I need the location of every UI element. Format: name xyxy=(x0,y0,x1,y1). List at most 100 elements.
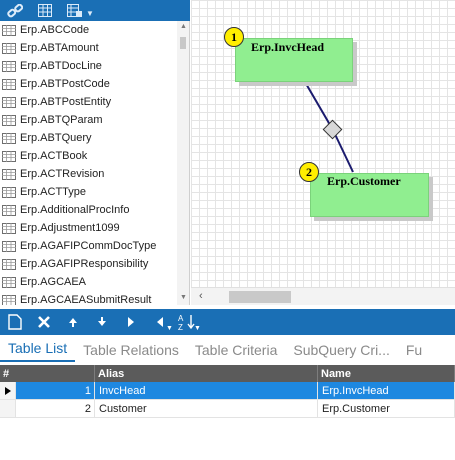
table-options-icon[interactable] xyxy=(66,3,84,19)
chevron-down-icon[interactable]: ▼ xyxy=(194,325,201,332)
scroll-down-icon[interactable]: ▼ xyxy=(180,294,187,301)
list-item-label: Erp.ABTQuery xyxy=(20,132,92,144)
table-icon xyxy=(2,258,16,270)
table-node-customer[interactable]: Erp.Customer xyxy=(310,173,429,217)
table-row[interactable]: 2 Customer Erp.Customer xyxy=(0,400,455,418)
list-item[interactable]: Erp.ABTPostCode xyxy=(0,75,189,93)
table-icon xyxy=(2,186,16,198)
table-list-grid: # Alias Name 1 InvcHead Erp.InvcHead 2 C… xyxy=(0,365,455,418)
row-alias[interactable]: InvcHead xyxy=(95,382,318,400)
relation-connector-icon[interactable] xyxy=(322,119,343,140)
list-item[interactable]: Erp.ABTDocLine xyxy=(0,57,189,75)
list-item-label: Erp.ABTPostCode xyxy=(20,78,110,90)
tab-table-list[interactable]: Table List xyxy=(0,340,76,362)
list-item[interactable]: Erp.ACTRevision xyxy=(0,165,189,183)
table-list: Erp.ABCCode Erp.ABTAmount Erp.ABTDocLine Er… xyxy=(0,21,190,305)
list-item[interactable]: Erp.ACTBook xyxy=(0,147,189,165)
list-item[interactable]: Erp.ABTQParam xyxy=(0,111,189,129)
table-node-invchead[interactable]: Erp.InvcHead xyxy=(235,38,353,82)
grid-header: # Alias Name xyxy=(0,365,455,382)
column-header-alias[interactable]: Alias xyxy=(95,365,318,382)
tab-table-relations[interactable]: Table Relations xyxy=(75,342,187,362)
scroll-up-icon[interactable]: ▲ xyxy=(180,23,187,30)
row-indicator-icon xyxy=(0,382,16,400)
list-item-label: Erp.ABCCode xyxy=(20,24,90,36)
list-item-label: Erp.AdditionalProcInfo xyxy=(20,204,130,216)
list-item-label: Erp.AGCAEA xyxy=(20,276,87,288)
query-diagram-canvas[interactable]: Erp.InvcHead 1 Erp.Customer 2 xyxy=(191,0,455,287)
table-grid-toolbar: ▼ AZ ▼ xyxy=(0,309,455,335)
table-icon xyxy=(2,60,16,72)
svg-text:A: A xyxy=(178,314,184,323)
node-title: Erp.InvcHead xyxy=(251,40,325,54)
list-item[interactable]: Erp.Adjustment1099 xyxy=(0,219,189,237)
delete-icon[interactable] xyxy=(33,311,55,333)
svg-text:Z: Z xyxy=(178,323,183,331)
move-right-icon[interactable] xyxy=(120,311,142,333)
chevron-down-icon[interactable]: ▼ xyxy=(166,325,173,332)
table-icon xyxy=(2,114,16,126)
row-name[interactable]: Erp.Customer xyxy=(318,400,455,418)
table-icon xyxy=(2,294,16,305)
table-list-scrollbar[interactable]: ▲ ▼ xyxy=(177,21,189,305)
list-item[interactable]: Erp.ABTQuery xyxy=(0,129,189,147)
row-alias[interactable]: Customer xyxy=(95,400,318,418)
list-item-label: Erp.AGAFIPCommDocType xyxy=(20,240,157,252)
table-row[interactable]: 1 InvcHead Erp.InvcHead xyxy=(0,382,455,400)
list-item[interactable]: Erp.AdditionalProcInfo xyxy=(0,201,189,219)
list-item-label: Erp.ABTQParam xyxy=(20,114,103,126)
table-icon xyxy=(2,78,16,90)
list-item-label: Erp.ACTType xyxy=(20,186,87,198)
tab-table-criteria[interactable]: Table Criteria xyxy=(187,342,285,362)
tab-functions[interactable]: Fu xyxy=(398,342,430,362)
tab-subquery-criteria[interactable]: SubQuery Cri... xyxy=(285,342,397,362)
table-icon xyxy=(2,24,16,36)
table-icon xyxy=(2,222,16,234)
table-icon xyxy=(2,132,16,144)
table-list-toolbar: ▼ xyxy=(0,0,190,21)
new-icon[interactable] xyxy=(4,311,26,333)
table-icon xyxy=(2,204,16,216)
grid-icon[interactable] xyxy=(36,3,54,19)
list-item-label: Erp.ABTPostEntity xyxy=(20,96,112,108)
list-item[interactable]: Erp.AGCAEASubmitResult xyxy=(0,291,189,305)
list-item-label: Erp.ABTDocLine xyxy=(20,60,102,72)
row-number: 1 xyxy=(16,382,95,400)
list-item-label: Erp.AGCAEASubmitResult xyxy=(20,294,152,305)
row-number: 2 xyxy=(16,400,95,418)
move-up-icon[interactable] xyxy=(62,311,84,333)
scroll-left-icon[interactable]: ‹ xyxy=(199,290,203,302)
list-item[interactable]: Erp.ABTPostEntity xyxy=(0,93,189,111)
list-item-label: Erp.ABTAmount xyxy=(20,42,99,54)
scrollbar-thumb[interactable] xyxy=(229,291,291,303)
list-item[interactable]: Erp.ABTAmount xyxy=(0,39,189,57)
move-down-icon[interactable] xyxy=(91,311,113,333)
list-item-label: Erp.Adjustment1099 xyxy=(20,222,120,234)
list-item-label: Erp.ACTBook xyxy=(20,150,88,162)
list-item-label: Erp.ACTRevision xyxy=(20,168,105,180)
list-item[interactable]: Erp.AGAFIPCommDocType xyxy=(0,237,189,255)
table-icon xyxy=(2,168,16,180)
node-index-badge: 2 xyxy=(299,162,319,182)
column-header-number[interactable]: # xyxy=(0,365,95,382)
link-icon[interactable] xyxy=(6,3,24,19)
row-name[interactable]: Erp.InvcHead xyxy=(318,382,455,400)
table-icon xyxy=(2,276,16,288)
table-icon xyxy=(2,150,16,162)
list-item[interactable]: Erp.AGCAEA xyxy=(0,273,189,291)
node-title: Erp.Customer xyxy=(327,174,401,188)
chevron-down-icon[interactable]: ▼ xyxy=(86,9,94,18)
table-icon xyxy=(2,42,16,54)
list-item[interactable]: Erp.AGAFIPResponsibility xyxy=(0,255,189,273)
tab-bar: Table List Table Relations Table Criteri… xyxy=(0,336,455,362)
canvas-horizontal-scrollbar[interactable]: ‹ xyxy=(191,287,455,305)
table-icon xyxy=(2,96,16,108)
column-header-name[interactable]: Name xyxy=(318,365,455,382)
table-icon xyxy=(2,240,16,252)
row-indicator xyxy=(0,400,16,418)
list-item[interactable]: Erp.ABCCode xyxy=(0,21,189,39)
node-index-badge: 1 xyxy=(224,27,244,47)
scrollbar-thumb[interactable] xyxy=(180,37,186,49)
list-item[interactable]: Erp.ACTType xyxy=(0,183,189,201)
list-item-label: Erp.AGAFIPResponsibility xyxy=(20,258,149,270)
